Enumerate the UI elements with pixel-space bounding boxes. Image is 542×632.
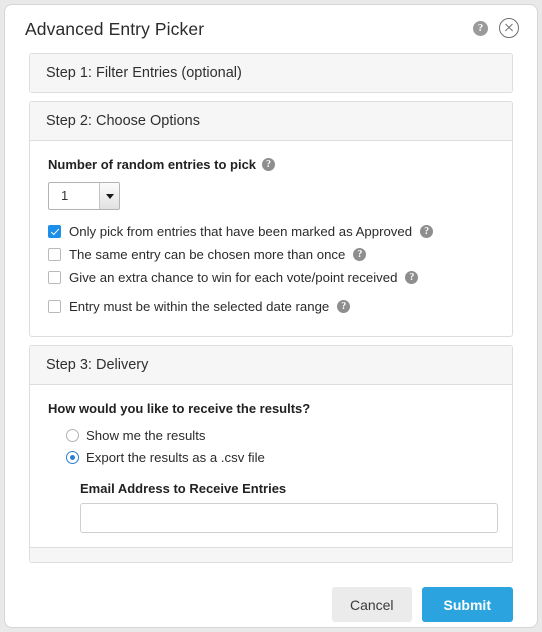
step-1-panel: Step 1: Filter Entries (optional): [29, 53, 513, 93]
email-field[interactable]: [80, 503, 498, 533]
radio-row-export-csv[interactable]: Export the results as a .csv file: [66, 450, 494, 465]
entry-count-label: Number of random entries to pick ?: [48, 157, 494, 172]
radio-export-csv[interactable]: [66, 451, 79, 464]
step-3-heading[interactable]: Step 3: Delivery: [30, 346, 512, 385]
step-1-heading[interactable]: Step 1: Filter Entries (optional): [30, 54, 512, 92]
step-2-body: Number of random entries to pick ? 1 Onl…: [30, 141, 512, 336]
help-icon[interactable]: ?: [262, 158, 276, 171]
help-icon[interactable]: ?: [337, 300, 351, 313]
advanced-entry-picker-dialog: Advanced Entry Picker ? Step 1: Filter E…: [4, 4, 538, 628]
checkbox-row-allow-duplicates[interactable]: The same entry can be chosen more than o…: [48, 247, 494, 262]
help-icon[interactable]: ?: [420, 225, 434, 238]
checkbox-approved-only[interactable]: [48, 225, 61, 238]
page-title: Advanced Entry Picker: [25, 18, 205, 39]
checkbox-label: Entry must be within the selected date r…: [69, 299, 330, 314]
checkbox-row-date-range[interactable]: Entry must be within the selected date r…: [48, 299, 494, 314]
header-icon-group: ?: [473, 18, 519, 38]
checkbox-date-range[interactable]: [48, 300, 61, 313]
step-3-footer-strip: [30, 547, 512, 562]
delivery-radio-group: Show me the results Export the results a…: [66, 428, 494, 465]
step-2-panel: Step 2: Choose Options Number of random …: [29, 101, 513, 337]
radio-label: Export the results as a .csv file: [86, 450, 265, 465]
dialog-body: Step 1: Filter Entries (optional) Step 2…: [5, 53, 537, 563]
entry-count-label-text: Number of random entries to pick: [48, 157, 257, 172]
email-field-block: Email Address to Receive Entries: [80, 481, 498, 533]
close-icon[interactable]: [499, 18, 519, 38]
delivery-question: How would you like to receive the result…: [48, 401, 311, 416]
step-3-body: How would you like to receive the result…: [30, 385, 512, 547]
entry-count-select[interactable]: 1: [48, 182, 120, 210]
help-icon[interactable]: ?: [473, 20, 488, 36]
checkbox-label: The same entry can be chosen more than o…: [69, 247, 346, 262]
dialog-footer: Cancel Submit: [5, 571, 537, 622]
checkbox-row-approved-only[interactable]: Only pick from entries that have been ma…: [48, 224, 494, 239]
checkbox-label: Give an extra chance to win for each vot…: [69, 270, 398, 285]
checkbox-allow-duplicates[interactable]: [48, 248, 61, 261]
radio-row-show-results[interactable]: Show me the results: [66, 428, 494, 443]
email-field-label: Email Address to Receive Entries: [80, 481, 287, 496]
help-icon[interactable]: ?: [353, 248, 367, 261]
submit-button[interactable]: Submit: [421, 587, 513, 622]
radio-show-results[interactable]: [66, 429, 79, 442]
help-icon[interactable]: ?: [405, 271, 419, 284]
checkbox-extra-chance[interactable]: [48, 271, 61, 284]
radio-label: Show me the results: [86, 428, 206, 443]
dialog-header: Advanced Entry Picker ?: [5, 5, 537, 53]
cancel-button[interactable]: Cancel: [331, 587, 412, 622]
step-2-heading[interactable]: Step 2: Choose Options: [30, 102, 512, 141]
checkbox-label: Only pick from entries that have been ma…: [69, 224, 413, 239]
chevron-down-icon[interactable]: [99, 183, 119, 209]
checkbox-row-extra-chance[interactable]: Give an extra chance to win for each vot…: [48, 270, 494, 285]
step-3-panel: Step 3: Delivery How would you like to r…: [29, 345, 513, 563]
